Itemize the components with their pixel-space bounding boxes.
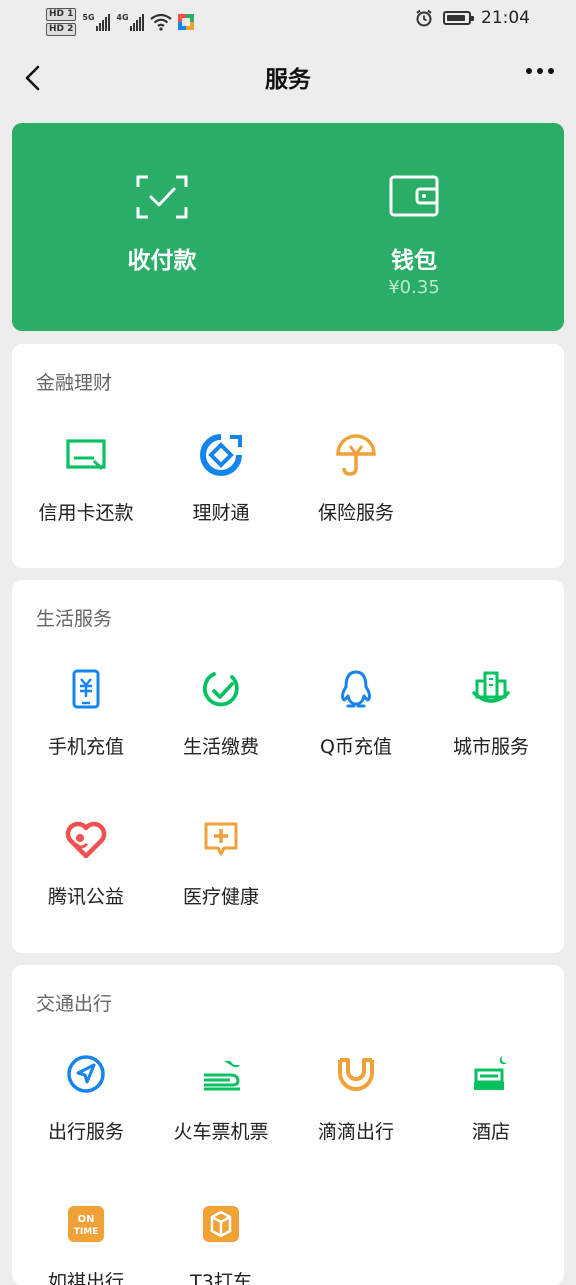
life-section: 生活服务 手机充值 生活缴费 Q币充值 城市服务 腾讯公益 医疗健康	[12, 580, 564, 953]
service-qq-coin[interactable]: Q币充值	[289, 666, 423, 776]
hd2-badge: HD 2	[46, 23, 77, 36]
service-phone-topup[interactable]: 手机充值	[19, 666, 153, 776]
qq-coin-icon	[341, 670, 371, 708]
phone-topup-icon	[72, 669, 100, 709]
service-didi[interactable]: 滴滴出行	[289, 1051, 423, 1161]
service-licaitong[interactable]: 理财通	[154, 432, 288, 542]
pay-receive-button[interactable]: 收付款	[24, 123, 300, 331]
status-time: 21:04	[481, 8, 530, 28]
licaitong-icon	[200, 434, 242, 476]
charity-icon	[65, 821, 107, 858]
service-city[interactable]: 城市服务	[424, 666, 558, 776]
travel-service-icon	[67, 1055, 105, 1093]
more-dots-icon	[526, 68, 532, 74]
train-plane-icon	[204, 1061, 240, 1091]
scan-pay-icon	[136, 175, 188, 219]
service-bill-pay[interactable]: 生活缴费	[154, 666, 288, 776]
hotel-icon	[474, 1056, 507, 1090]
didi-icon	[338, 1058, 374, 1091]
service-charity[interactable]: 腾讯公益	[19, 816, 153, 926]
finance-title: 金融理财	[36, 372, 113, 394]
wallet-label: 钱包	[391, 248, 437, 274]
medical-icon	[204, 822, 238, 856]
service-medical[interactable]: 医疗健康	[154, 816, 288, 926]
wallet-balance: ¥0.35	[388, 277, 440, 298]
travel-section: 交通出行 出行服务 火车票机票 滴滴出行 酒店 ON TIME 如祺出行 T3打…	[12, 965, 564, 1285]
service-insurance[interactable]: 保险服务	[289, 432, 423, 542]
life-title: 生活服务	[36, 608, 113, 630]
service-ontime[interactable]: ON TIME 如祺出行	[19, 1201, 153, 1285]
wallet-card: 收付款 钱包 ¥0.35	[12, 123, 564, 331]
signal-4g-icon: 4G	[116, 13, 145, 31]
finance-section: 金融理财 信用卡还款 理财通 保险服务	[12, 344, 564, 568]
service-travel[interactable]: 出行服务	[19, 1051, 153, 1161]
service-t3[interactable]: T3打车	[154, 1201, 288, 1285]
signal-5g-icon: 5G	[82, 13, 111, 31]
wifi-icon	[150, 13, 173, 31]
pay-receive-label: 收付款	[127, 248, 197, 274]
t3-icon	[203, 1206, 239, 1242]
svg-text:ON: ON	[78, 1214, 95, 1225]
travel-title: 交通出行	[36, 993, 113, 1015]
insurance-icon	[336, 434, 376, 476]
bill-pay-icon	[203, 672, 239, 707]
more-button[interactable]	[526, 68, 554, 74]
hd1-badge: HD 1	[46, 8, 77, 21]
ontime-icon: ON TIME	[68, 1206, 104, 1242]
alarm-icon	[416, 9, 432, 27]
battery-icon	[443, 11, 474, 25]
status-bar: HD 1 HD 2 5G 4G 21:04	[0, 0, 576, 44]
svg-text:TIME: TIME	[74, 1227, 99, 1237]
wallet-icon	[389, 175, 439, 217]
nav-bar: 服务	[0, 44, 576, 112]
service-credit-card[interactable]: 信用卡还款	[19, 432, 153, 542]
credit-card-icon	[66, 439, 106, 471]
app-notification-icon	[178, 14, 195, 30]
city-service-icon	[472, 671, 510, 703]
wallet-button[interactable]: 钱包 ¥0.35	[276, 123, 552, 331]
service-train-plane[interactable]: 火车票机票	[154, 1051, 288, 1161]
service-hotel[interactable]: 酒店	[424, 1051, 558, 1161]
page-title: 服务	[265, 67, 311, 93]
